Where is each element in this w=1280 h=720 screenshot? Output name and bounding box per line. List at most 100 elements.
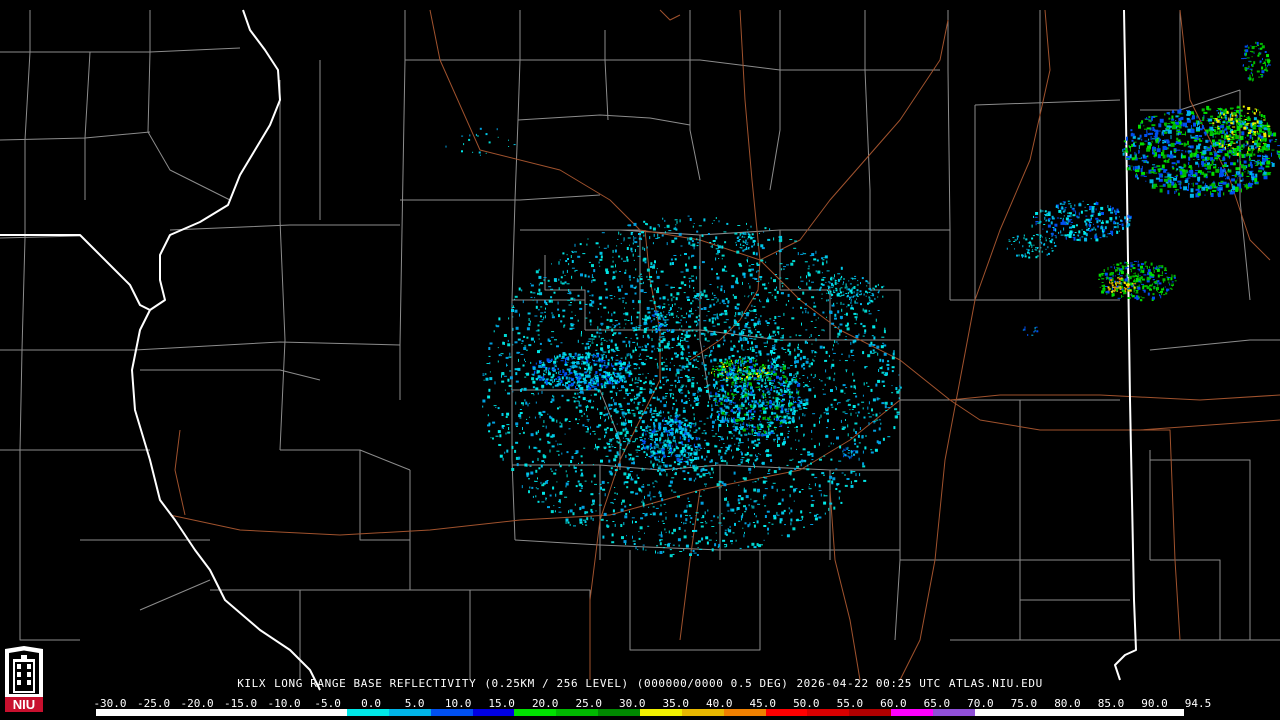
echo-pixel <box>717 390 720 392</box>
echo-pixel <box>616 354 619 356</box>
echo-pixel <box>674 226 676 228</box>
echo-pixel <box>647 311 649 313</box>
echo-pixel <box>645 345 648 349</box>
echo-pixel <box>773 367 775 371</box>
echo-pixel <box>582 381 584 383</box>
echo-pixel <box>642 388 646 390</box>
echo-pixel <box>740 461 743 464</box>
echo-pixel <box>736 237 739 239</box>
echo-pixel <box>600 383 603 386</box>
echo-pixel <box>668 310 671 311</box>
echo-pixel <box>865 295 867 297</box>
echo-pixel <box>810 373 812 376</box>
county-line <box>399 10 406 400</box>
echo-pixel <box>762 400 765 402</box>
echo-pixel <box>569 385 571 388</box>
echo-pixel <box>551 314 554 316</box>
echo-pixel <box>650 407 653 411</box>
echo-pixel <box>660 534 663 538</box>
echo-pixel <box>515 372 518 376</box>
echo-pixel <box>655 410 657 412</box>
echo-pixel <box>804 303 807 306</box>
echo-pixel <box>725 489 727 491</box>
echo-pixel <box>768 432 771 436</box>
echo-pixel <box>743 338 745 342</box>
echo-pixel <box>872 287 875 289</box>
echo-pixel <box>648 315 650 319</box>
echo-pixel <box>746 365 749 367</box>
echo-pixel <box>614 447 617 448</box>
echo-pixel <box>594 380 596 382</box>
echo-pixel <box>822 393 826 395</box>
echo-pixel <box>637 326 641 328</box>
echo-pixel <box>662 307 663 310</box>
echo-pixel <box>658 448 660 450</box>
echo-pixel <box>833 277 835 280</box>
echo-pixel <box>781 347 784 350</box>
echo-pixel <box>537 457 539 461</box>
echo-pixel <box>627 364 630 366</box>
echo-pixel <box>580 273 583 277</box>
echo-pixel <box>530 296 533 298</box>
echo-pixel <box>593 335 597 338</box>
echo-pixel <box>735 379 737 382</box>
echo-pixel <box>597 326 599 330</box>
echo-pixel <box>565 520 567 524</box>
echo-pixel <box>748 248 750 250</box>
echo-pixel <box>530 291 533 294</box>
echo-pixel <box>715 257 717 261</box>
echo-pixel <box>659 415 662 417</box>
echo-pixel <box>833 472 835 474</box>
echo-pixel <box>866 382 868 384</box>
echo-pixel <box>667 411 670 414</box>
echo-pixel <box>682 438 684 440</box>
echo-pixel <box>677 342 679 345</box>
echo-pixel <box>654 433 656 436</box>
echo-pixel <box>731 433 733 435</box>
county-line <box>19 10 31 451</box>
echo-pixel <box>594 374 596 376</box>
echo-pixel <box>680 386 682 388</box>
echo-pixel <box>552 381 554 384</box>
echo-pixel <box>540 312 544 314</box>
echo-pixel <box>582 524 584 525</box>
echo-pixel <box>805 398 809 402</box>
echo-pixel <box>868 401 870 405</box>
echo-pixel <box>552 394 554 397</box>
echo-pixel <box>722 394 725 398</box>
echo-pixel <box>567 361 569 363</box>
echo-pixel <box>651 345 653 348</box>
echo-pixel <box>836 336 839 338</box>
echo-pixel <box>735 437 739 440</box>
echo-pixel <box>612 438 615 440</box>
echo-pixel <box>753 358 755 362</box>
echo-pixel <box>684 522 687 524</box>
echo-pixel <box>653 301 656 305</box>
echo-pixel <box>637 445 640 448</box>
echo-pixel <box>674 454 677 456</box>
echo-pixel <box>585 357 587 360</box>
echo-pixel <box>742 373 745 375</box>
echo-pixel <box>546 358 550 362</box>
echo-pixel <box>558 263 560 265</box>
echo-pixel <box>559 370 561 373</box>
echo-pixel <box>691 256 693 258</box>
echo-pixel <box>711 369 714 371</box>
echo-pixel <box>645 549 647 551</box>
echo-pixel <box>870 341 873 345</box>
echo-pixel <box>809 362 811 365</box>
echo-pixel <box>896 413 900 415</box>
echo-pixel <box>733 434 735 437</box>
echo-pixel <box>657 224 660 226</box>
echo-pixel <box>720 408 723 412</box>
echo-pixel <box>766 510 770 513</box>
echo-pixel <box>745 428 749 430</box>
echo-pixel <box>521 402 524 405</box>
echo-pixel <box>721 481 724 485</box>
echo-pixel <box>879 358 882 362</box>
echo-pixel <box>712 435 716 437</box>
echo-pixel <box>803 459 807 462</box>
echo-pixel <box>600 316 602 318</box>
echo-pixel <box>776 511 778 515</box>
echo-pixel <box>688 277 692 279</box>
